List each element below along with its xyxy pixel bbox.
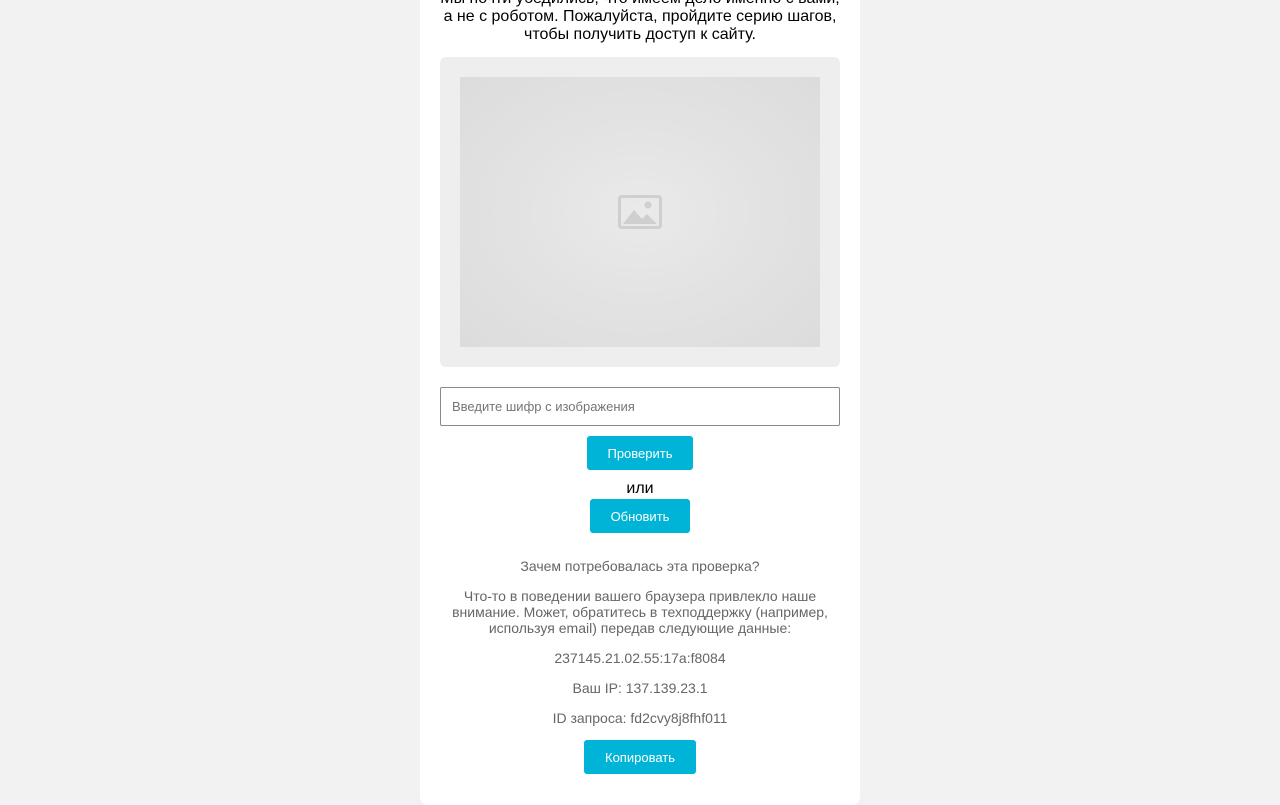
intro-text: Мы почти убедились, что имеем дело именн… [440,0,839,43]
image-placeholder-icon [618,195,662,229]
request-id: ID запроса: fd2cvy8j8fhf011 [552,710,728,726]
check-button[interactable]: Проверить [587,436,693,470]
captcha-image [460,77,820,347]
copy-button[interactable]: Копировать [584,740,696,774]
captcha-container [440,57,840,367]
ip-address: Ваш IP: 137.139.23.1 [572,680,708,696]
or-separator: или [626,480,654,497]
captcha-code-input[interactable] [440,387,840,426]
refresh-button[interactable]: Обновить [590,499,690,533]
info-description: Что-то в поведении вашего браузера привл… [452,588,828,636]
info-title: Зачем потребовалась эта проверка? [520,558,760,574]
verification-card: Мы почти убедились, что имеем дело именн… [420,0,860,805]
diagnostic-code: 237145.21.02.55:17a:f8084 [554,650,726,666]
